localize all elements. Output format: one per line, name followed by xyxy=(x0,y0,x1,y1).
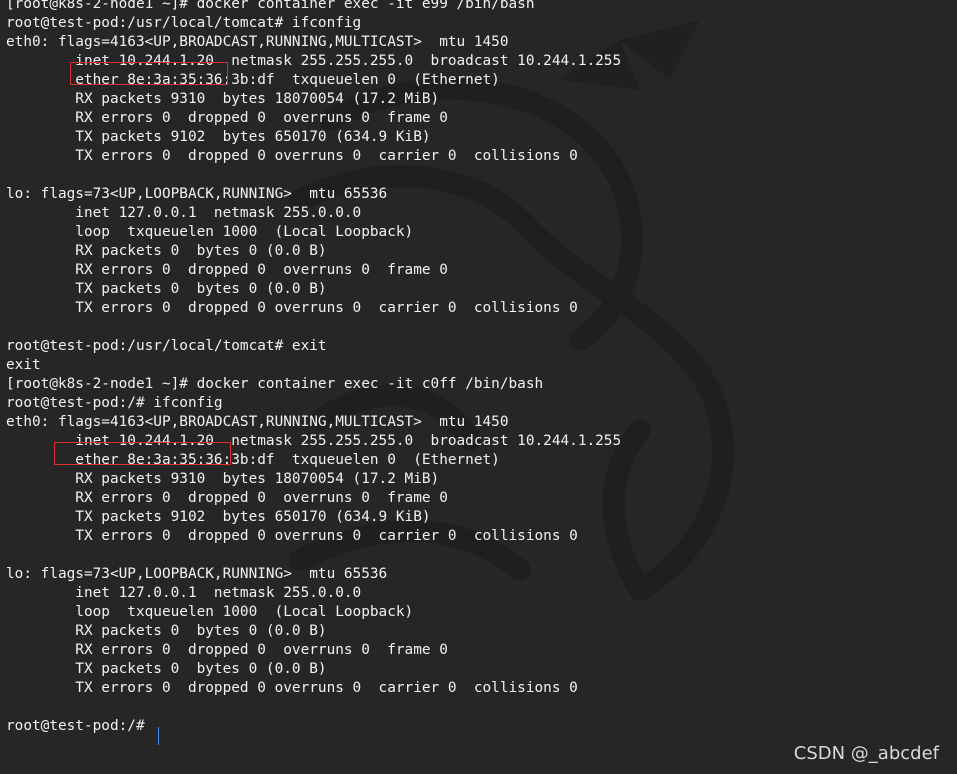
terminal-line: lo: flags=73<UP,LOOPBACK,RUNNING> mtu 65… xyxy=(6,566,388,582)
terminal-line: TX packets 0 bytes 0 (0.0 B) xyxy=(6,281,327,297)
terminal-line: TX errors 0 dropped 0 overruns 0 carrier… xyxy=(6,148,578,164)
text-cursor xyxy=(158,727,159,745)
terminal-line: inet 127.0.0.1 netmask 255.0.0.0 xyxy=(6,585,362,601)
terminal-line: RX errors 0 dropped 0 overruns 0 frame 0 xyxy=(6,110,448,126)
terminal-line: inet 10.244.1.20 netmask 255.255.255.0 b… xyxy=(6,53,622,69)
terminal-line: TX packets 0 bytes 0 (0.0 B) xyxy=(6,661,327,677)
terminal-line: [root@k8s-2-node1 ~]# docker container e… xyxy=(6,0,535,12)
terminal-line: TX packets 9102 bytes 650170 (634.9 KiB) xyxy=(6,129,431,145)
terminal-line: RX packets 0 bytes 0 (0.0 B) xyxy=(6,243,327,259)
watermark-text: CSDN @_abcdef xyxy=(793,743,939,764)
terminal-line: inet 127.0.0.1 netmask 255.0.0.0 xyxy=(6,205,362,221)
terminal-line: [root@k8s-2-node1 ~]# docker container e… xyxy=(6,376,544,392)
terminal-line: TX errors 0 dropped 0 overruns 0 carrier… xyxy=(6,528,578,544)
terminal-line: ether 8e:3a:35:36:3b:df txqueuelen 0 (Et… xyxy=(6,72,500,88)
terminal-line: inet 10.244.1.20 netmask 255.255.255.0 b… xyxy=(6,433,622,449)
terminal-line: root@test-pod:/# ifconfig xyxy=(6,395,223,411)
terminal-line: lo: flags=73<UP,LOOPBACK,RUNNING> mtu 65… xyxy=(6,186,388,202)
terminal-line: root@test-pod:/# xyxy=(6,718,154,734)
terminal-line: RX errors 0 dropped 0 overruns 0 frame 0 xyxy=(6,642,448,658)
terminal-line: RX packets 0 bytes 0 (0.0 B) xyxy=(6,623,327,639)
terminal-line: eth0: flags=4163<UP,BROADCAST,RUNNING,MU… xyxy=(6,414,509,430)
terminal-window[interactable]: [root@k8s-2-node1 ~]# docker container e… xyxy=(0,0,957,774)
terminal-line: root@test-pod:/usr/local/tomcat# ifconfi… xyxy=(6,15,362,31)
terminal-line: exit xyxy=(6,357,41,373)
terminal-line: loop txqueuelen 1000 (Local Loopback) xyxy=(6,604,414,620)
terminal-line: root@test-pod:/usr/local/tomcat# exit xyxy=(6,338,327,354)
terminal-line: RX errors 0 dropped 0 overruns 0 frame 0 xyxy=(6,262,448,278)
terminal-line: eth0: flags=4163<UP,BROADCAST,RUNNING,MU… xyxy=(6,34,509,50)
terminal-line: RX packets 9310 bytes 18070054 (17.2 MiB… xyxy=(6,471,440,487)
terminal-line: TX errors 0 dropped 0 overruns 0 carrier… xyxy=(6,300,578,316)
terminal-line: loop txqueuelen 1000 (Local Loopback) xyxy=(6,224,414,240)
terminal-line: RX packets 9310 bytes 18070054 (17.2 MiB… xyxy=(6,91,440,107)
terminal-line: TX packets 9102 bytes 650170 (634.9 KiB) xyxy=(6,509,431,525)
terminal-output: [root@k8s-2-node1 ~]# docker container e… xyxy=(6,0,621,736)
terminal-line: RX errors 0 dropped 0 overruns 0 frame 0 xyxy=(6,490,448,506)
terminal-line: TX errors 0 dropped 0 overruns 0 carrier… xyxy=(6,680,578,696)
terminal-line: ether 8e:3a:35:36:3b:df txqueuelen 0 (Et… xyxy=(6,452,500,468)
